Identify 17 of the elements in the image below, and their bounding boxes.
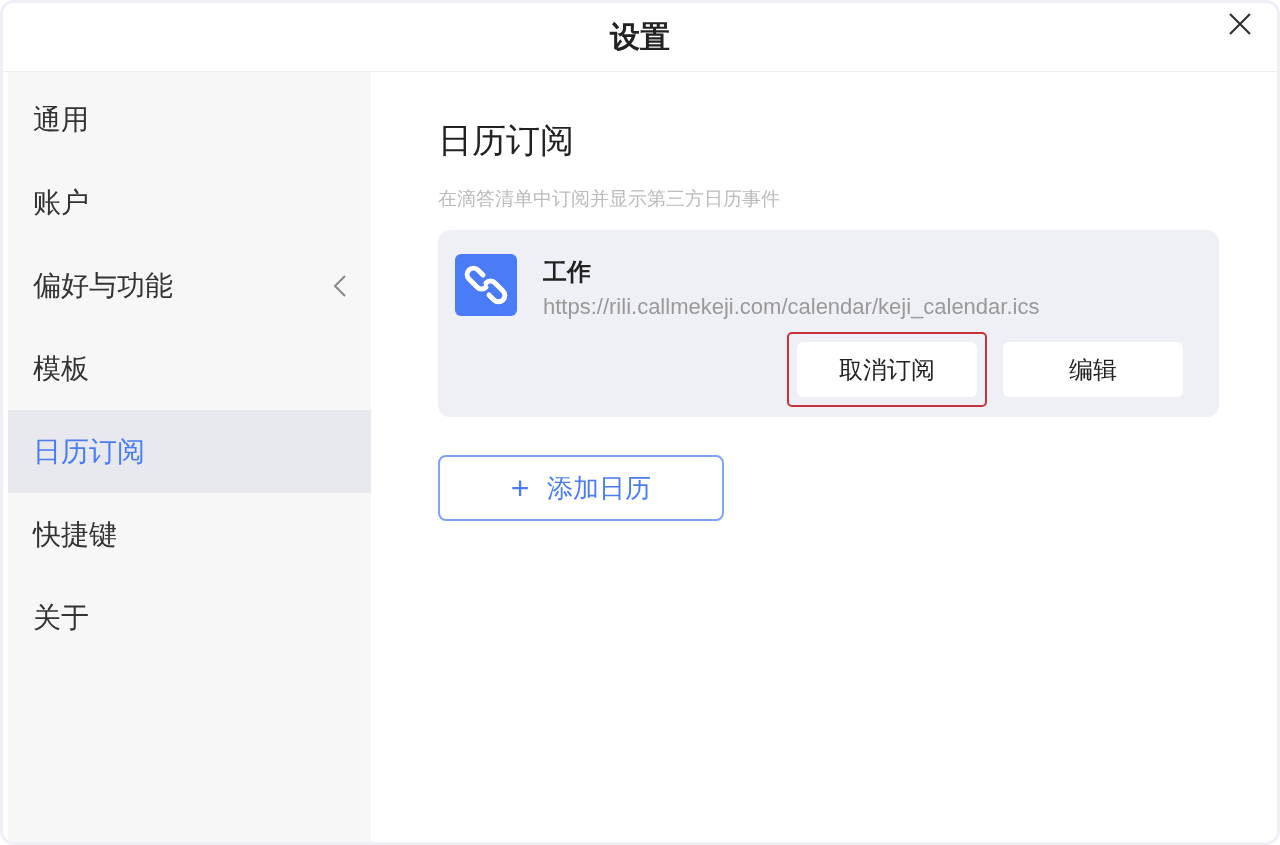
sidebar-item[interactable]: 偏好与功能: [8, 244, 371, 327]
sidebar-item[interactable]: 快捷键: [8, 493, 371, 576]
link-icon: [455, 254, 517, 316]
sidebar-item[interactable]: 账户: [8, 161, 371, 244]
close-icon[interactable]: [1227, 11, 1253, 37]
chevron-icon: [333, 273, 347, 298]
card-button[interactable]: 取消订阅: [797, 342, 977, 397]
sidebar-item[interactable]: 模板: [8, 327, 371, 410]
card-button[interactable]: 编辑: [1003, 342, 1183, 397]
sidebar-item[interactable]: 关于: [8, 576, 371, 659]
section-description: 在滴答清单中订阅并显示第三方日历事件: [438, 187, 780, 211]
sidebar-item[interactable]: 通用: [8, 78, 371, 161]
window-title: 设置: [610, 18, 670, 55]
section-heading: 日历订阅: [438, 120, 574, 161]
calendar-url: https://rili.callmekeji.com/calendar/keji_calendar.ics: [543, 294, 1040, 320]
add-calendar-button[interactable]: + 添加日历: [438, 455, 724, 521]
calendar-name: 工作: [543, 257, 592, 287]
